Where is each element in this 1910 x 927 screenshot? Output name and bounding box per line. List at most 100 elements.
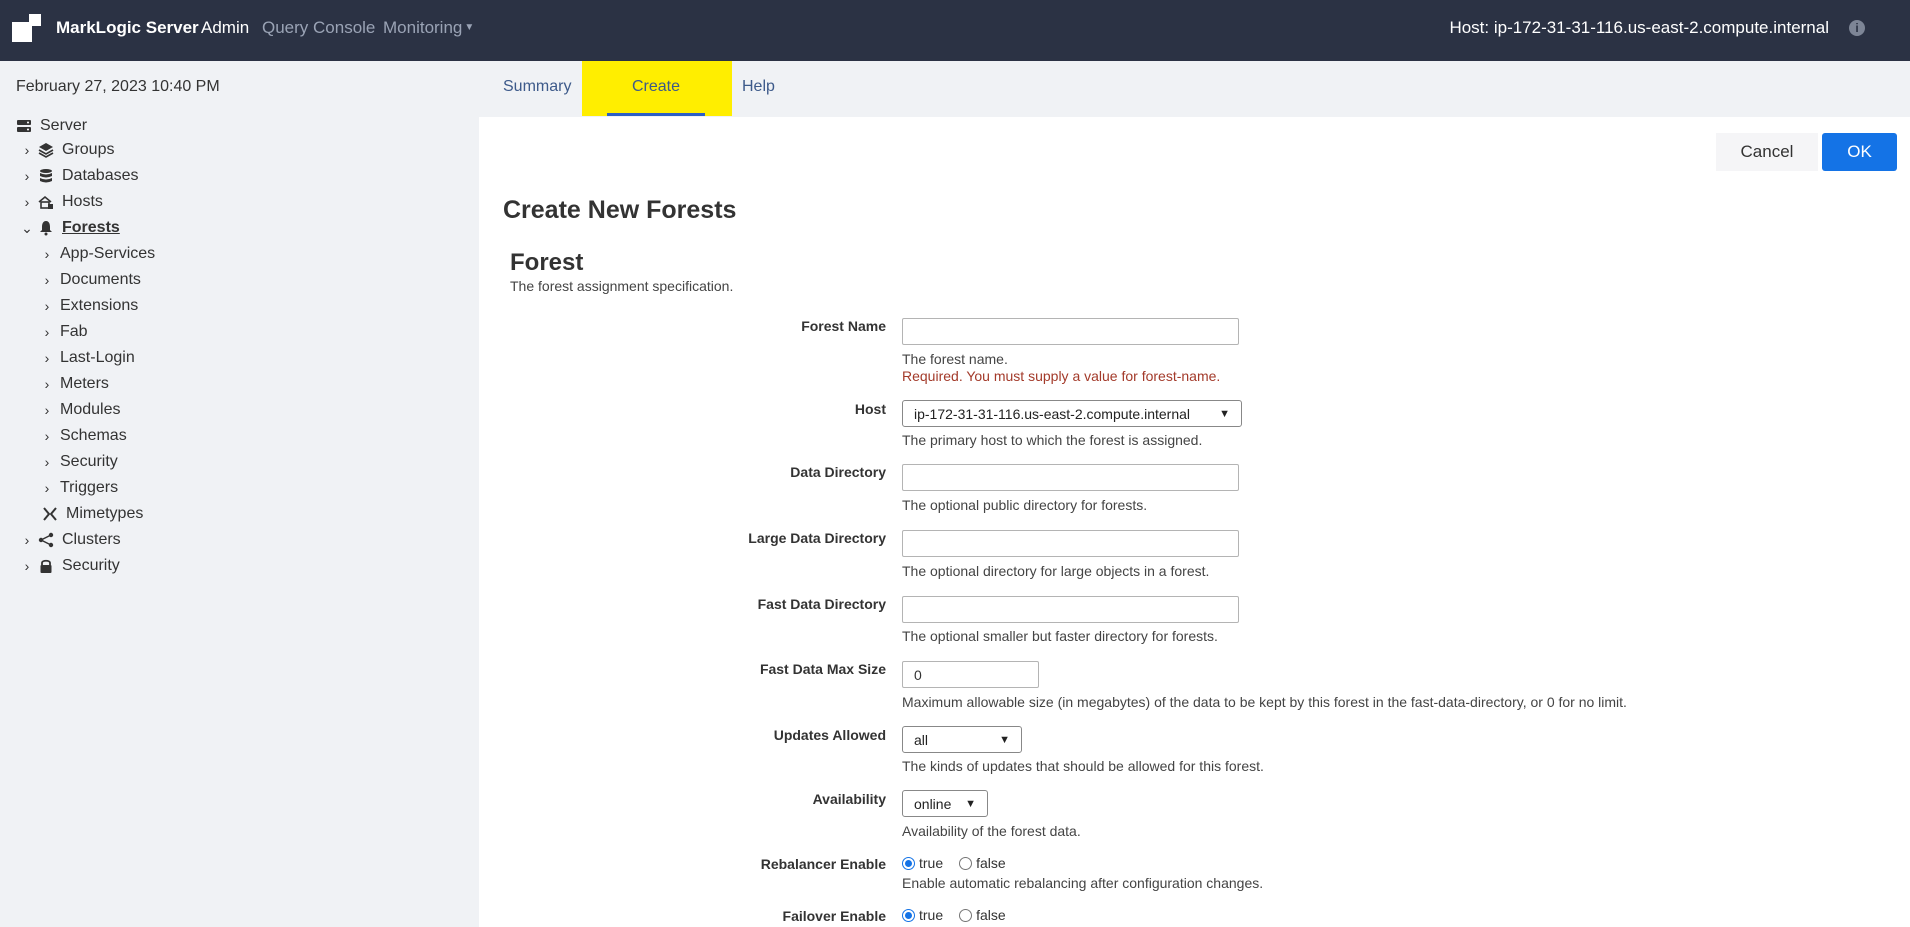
cancel-button[interactable]: Cancel [1716, 133, 1818, 171]
chevron-right-icon[interactable]: › [20, 142, 34, 158]
chevron-right-icon[interactable]: › [20, 532, 34, 548]
fast-data-max-size-desc: Maximum allowable size (in megabytes) of… [902, 694, 1627, 710]
updates-allowed-value: all [914, 731, 929, 748]
server-icon [16, 118, 34, 134]
forest-name-error: Required. You must supply a value for fo… [902, 368, 1221, 384]
tree-label: Triggers [60, 479, 119, 496]
tree-label: Meters [60, 375, 109, 392]
ok-button[interactable]: OK [1822, 133, 1897, 171]
forest-name-input[interactable] [902, 318, 1239, 345]
tree-item-forest-child[interactable]: › Meters [40, 372, 109, 396]
tab-create[interactable]: Create [632, 78, 680, 96]
tree-item-server[interactable]: Server [16, 114, 87, 138]
tree-label: Hosts [62, 193, 103, 210]
brand-name[interactable]: MarkLogic Server [56, 18, 199, 38]
chevron-right-icon[interactable]: › [20, 168, 34, 184]
marklogic-logo-icon[interactable] [12, 14, 42, 44]
info-icon[interactable]: i [1849, 20, 1865, 36]
tree-item-forest-child[interactable]: › Schemas [40, 424, 127, 448]
mimetypes-icon [42, 506, 60, 522]
host-select-value: ip-172-31-31-116.us-east-2.compute.inter… [914, 405, 1191, 422]
chevron-right-icon[interactable]: › [40, 376, 54, 392]
fast-data-directory-input[interactable] [902, 596, 1239, 623]
database-icon [38, 168, 56, 184]
tree-item-forest-child[interactable]: › Last-Login [40, 346, 135, 370]
data-directory-label: Data Directory [790, 464, 886, 480]
tree-label: Extensions [60, 297, 139, 314]
tree-item-forests[interactable]: ⌄ Forests [20, 216, 120, 240]
active-tab-indicator [607, 113, 705, 116]
rebalancer-enable-radios: true false [902, 855, 1018, 871]
failover-true-label[interactable]: true [919, 907, 943, 923]
tree-item-databases[interactable]: › Databases [20, 164, 139, 188]
availability-desc: Availability of the forest data. [902, 823, 1081, 839]
chevron-right-icon[interactable]: › [20, 194, 34, 210]
chevron-right-icon[interactable]: › [40, 454, 54, 470]
tree-label: Documents [60, 271, 141, 288]
failover-true-radio[interactable] [902, 908, 915, 922]
tree-label: Mimetypes [66, 505, 144, 522]
rebalancer-true-radio[interactable] [902, 856, 915, 870]
tree-label: Last-Login [60, 349, 135, 366]
host-desc: The primary host to which the forest is … [902, 432, 1203, 448]
data-directory-input[interactable] [902, 464, 1239, 491]
chevron-right-icon[interactable]: › [40, 428, 54, 444]
tree-label: App-Services [60, 245, 156, 262]
tree-label: Databases [62, 167, 139, 184]
tree-item-forest-child[interactable]: › Documents [40, 268, 141, 292]
tree-item-mimetypes[interactable]: Mimetypes [42, 502, 143, 526]
nav-admin[interactable]: Admin [201, 18, 249, 38]
page-title: Create New Forests [503, 196, 737, 224]
tree-item-forest-child[interactable]: › Fab [40, 320, 88, 344]
failover-enable-label: Failover Enable [782, 908, 886, 924]
tree-item-security[interactable]: › Security [20, 554, 120, 578]
host-select[interactable]: ip-172-31-31-116.us-east-2.compute.inter… [902, 400, 1242, 427]
tab-summary[interactable]: Summary [503, 78, 571, 96]
availability-select[interactable]: online ▼ [902, 790, 988, 817]
updates-allowed-select[interactable]: all ▼ [902, 726, 1022, 753]
section-title: Forest [510, 249, 584, 276]
chevron-down-icon[interactable]: ⌄ [20, 220, 34, 237]
tree-label: Groups [62, 141, 115, 158]
nav-monitoring-dropdown[interactable]: Monitoring ▼ [383, 18, 474, 38]
rebalancer-false-radio[interactable] [959, 856, 973, 870]
tree-label: Security [62, 557, 120, 574]
chevron-right-icon[interactable]: › [40, 298, 54, 314]
chevron-right-icon[interactable]: › [40, 324, 54, 340]
large-data-directory-label: Large Data Directory [748, 530, 886, 546]
chevron-right-icon[interactable]: › [40, 402, 54, 418]
tree-item-groups[interactable]: › Groups [20, 138, 115, 162]
chevron-right-icon[interactable]: › [20, 558, 34, 574]
large-data-directory-input[interactable] [902, 530, 1239, 557]
tree-label: Schemas [60, 427, 127, 444]
nav-monitoring-label: Monitoring [383, 18, 463, 37]
nav-query-console[interactable]: Query Console [262, 18, 375, 38]
tree-item-hosts[interactable]: › Hosts [20, 190, 103, 214]
tab-help[interactable]: Help [742, 78, 775, 96]
chevron-right-icon[interactable]: › [40, 480, 54, 496]
failover-false-radio[interactable] [959, 908, 973, 922]
chevron-right-icon[interactable]: › [40, 272, 54, 288]
tree-item-forest-child[interactable]: › Extensions [40, 294, 139, 318]
tree-label: Fab [60, 323, 88, 340]
fast-data-max-size-label: Fast Data Max Size [759, 661, 886, 677]
host-label: Host [854, 401, 886, 417]
updates-allowed-desc: The kinds of updates that should be allo… [902, 758, 1264, 774]
forest-name-desc: The forest name. [902, 351, 1008, 367]
section-description: The forest assignment specification. [510, 278, 734, 294]
chevron-right-icon[interactable]: › [40, 246, 54, 262]
rebalancer-false-label[interactable]: false [976, 855, 1006, 871]
failover-false-label[interactable]: false [976, 907, 1006, 923]
updates-allowed-label: Updates Allowed [773, 727, 886, 743]
tree-item-forest-child[interactable]: › App-Services [40, 242, 156, 266]
tree-item-forest-child[interactable]: › Security [40, 450, 118, 474]
rebalancer-true-label[interactable]: true [919, 855, 943, 871]
chevron-right-icon[interactable]: › [40, 350, 54, 366]
tree-item-clusters[interactable]: › Clusters [20, 528, 121, 552]
tree-item-forest-child[interactable]: › Modules [40, 398, 121, 422]
availability-label: Availability [812, 791, 886, 807]
fast-data-max-size-input[interactable] [902, 661, 1039, 688]
bell-icon [38, 220, 56, 236]
tree-item-forest-child[interactable]: › Triggers [40, 476, 118, 500]
chevron-down-icon: ▼ [965, 797, 976, 810]
